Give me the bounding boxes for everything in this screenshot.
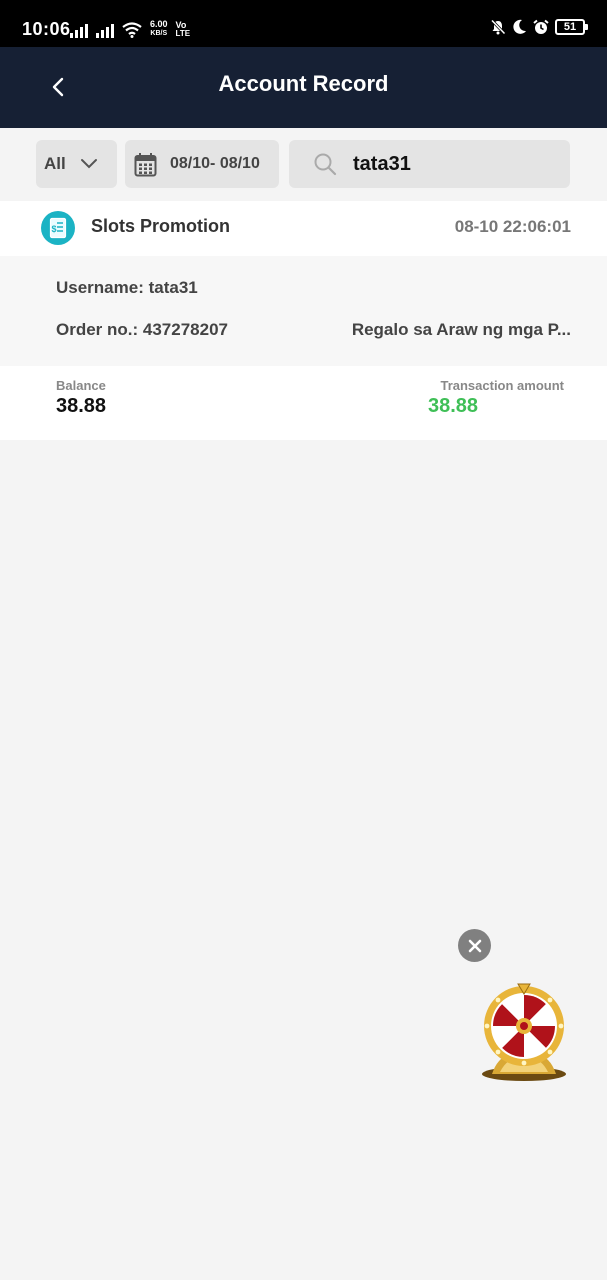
alarm-icon: [533, 19, 549, 34]
record-header[interactable]: $ Slots Promotion 08-10 22:06:01: [0, 201, 607, 256]
record-amounts: Balance 38.88 Transaction amount 38.88: [0, 366, 607, 440]
search-icon: [314, 153, 337, 176]
record-title: Slots Promotion: [91, 216, 230, 236]
close-promo-button[interactable]: [458, 929, 491, 962]
type-filter-dropdown[interactable]: All: [36, 140, 117, 188]
prize-wheel-button[interactable]: [478, 982, 570, 1084]
wifi-icon: [122, 22, 142, 38]
record-remark: Regalo sa Araw ng mga P...: [351, 320, 571, 339]
net-speed-value: 6.00: [150, 19, 168, 29]
net-speed-unit: KB/S: [150, 30, 168, 37]
chevron-down-icon: [80, 159, 97, 169]
volte-indicator: Vo LTE: [176, 21, 191, 38]
balance-value: 38.88: [56, 395, 107, 417]
date-range-value: 08/10- 08/10: [170, 155, 260, 172]
page-title: Account Record: [218, 71, 389, 96]
receipt-icon: $: [41, 211, 75, 245]
do-not-disturb-moon-icon: [513, 19, 526, 34]
transaction-amount-value: 38.88: [428, 395, 479, 417]
battery-icon: 51: [555, 19, 588, 35]
prize-wheel-icon: [482, 983, 566, 1081]
filter-bar: All 08/10- 08/10 tata31: [0, 128, 607, 200]
type-filter-value: All: [44, 154, 66, 173]
record-order-number: Order no.: 437278207: [56, 320, 228, 339]
mute-notifications-icon: [490, 19, 506, 35]
record-timestamp: 08-10 22:06:01: [454, 217, 571, 236]
record-username: Username: tata31: [56, 278, 198, 297]
status-bar: 10:06 6.00 KB/S Vo LTE 51: [0, 0, 607, 47]
net-speed: 6.00 KB/S: [150, 20, 168, 38]
status-left-icons: 6.00 KB/S Vo LTE: [70, 20, 190, 38]
signal-icon: [96, 22, 114, 38]
balance-label: Balance: [56, 378, 106, 393]
record-details: Username: tata31 Order no.: 437278207 Re…: [0, 256, 607, 366]
search-field[interactable]: tata31: [289, 140, 570, 188]
app-header: Account Record: [0, 47, 607, 128]
date-range-picker[interactable]: 08/10- 08/10: [125, 140, 279, 188]
svg-text:$: $: [52, 224, 57, 234]
signal-icon: [70, 22, 88, 38]
calendar-icon: [134, 152, 157, 176]
volte-bottom: LTE: [175, 29, 191, 38]
close-icon: [468, 939, 481, 952]
search-input[interactable]: tata31: [353, 153, 411, 176]
transaction-amount-label: Transaction amount: [440, 378, 564, 393]
status-right-icons: 51: [490, 19, 588, 35]
status-time: 10:06: [22, 19, 71, 39]
